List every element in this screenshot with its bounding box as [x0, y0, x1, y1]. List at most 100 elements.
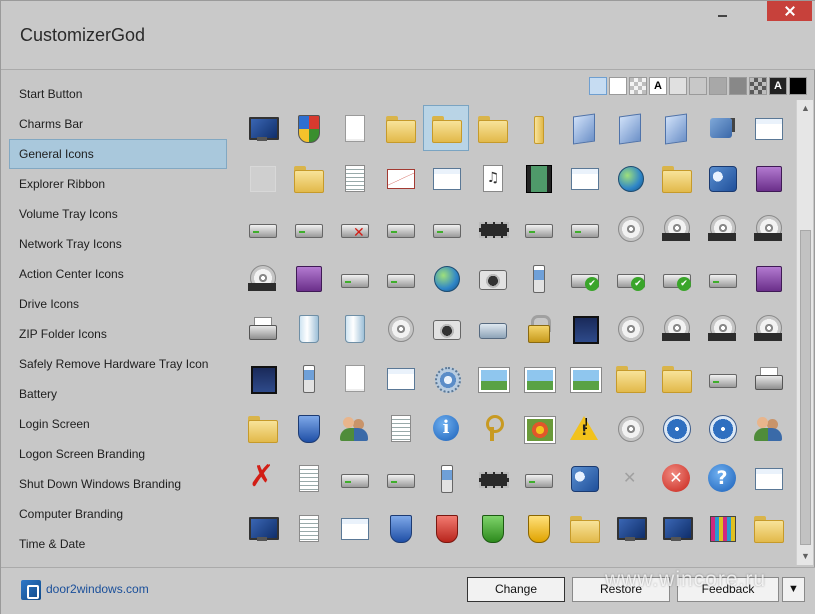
more-options-button[interactable]: ▼ [782, 577, 805, 602]
icon-cell[interactable] [423, 255, 469, 301]
icon-cell[interactable] [515, 355, 561, 401]
sidebar-item-shut-down-branding[interactable]: Shut Down Windows Branding [9, 469, 227, 499]
icon-cell[interactable] [239, 255, 285, 301]
icon-cell[interactable] [239, 505, 285, 551]
background-swatch[interactable]: A [769, 77, 787, 95]
icon-cell[interactable] [515, 255, 561, 301]
icon-cell[interactable] [653, 455, 699, 501]
icon-cell[interactable] [607, 455, 653, 501]
icon-cell[interactable] [561, 205, 607, 251]
background-swatch[interactable] [629, 77, 647, 95]
feedback-button[interactable]: Feedback [677, 577, 779, 602]
icon-cell[interactable] [331, 255, 377, 301]
close-icon[interactable] [767, 1, 812, 21]
icon-cell[interactable] [423, 505, 469, 551]
icon-cell[interactable] [285, 255, 331, 301]
icon-cell[interactable] [607, 205, 653, 251]
icon-cell[interactable] [469, 255, 515, 301]
icon-cell[interactable] [469, 455, 515, 501]
icon-cell[interactable] [561, 505, 607, 551]
icon-cell[interactable] [699, 105, 745, 151]
icon-cell[interactable] [653, 205, 699, 251]
icon-cell[interactable] [423, 405, 469, 451]
icon-cell[interactable] [285, 405, 331, 451]
icon-cell[interactable] [561, 155, 607, 201]
sidebar-item-general-icons[interactable]: General Icons [9, 139, 227, 169]
sidebar-item-logon-screen-branding[interactable]: Logon Screen Branding [9, 439, 227, 469]
icon-cell[interactable] [469, 155, 515, 201]
icon-cell[interactable] [607, 105, 653, 151]
background-swatch[interactable] [689, 77, 707, 95]
icon-cell[interactable] [423, 105, 469, 151]
icon-cell[interactable] [377, 205, 423, 251]
background-swatch[interactable] [709, 77, 727, 95]
icon-cell[interactable] [561, 405, 607, 451]
icon-cell[interactable] [653, 105, 699, 151]
icon-cell[interactable] [515, 405, 561, 451]
icon-cell[interactable] [377, 155, 423, 201]
scroll-up-icon[interactable]: ▲ [797, 100, 814, 117]
icon-cell[interactable] [239, 455, 285, 501]
icon-cell[interactable] [745, 405, 791, 451]
icon-cell[interactable] [285, 355, 331, 401]
icon-cell[interactable] [561, 355, 607, 401]
sidebar-item-safely-remove-hardware[interactable]: Safely Remove Hardware Tray Icon [9, 349, 227, 379]
sidebar-item-drive-icons[interactable]: Drive Icons [9, 289, 227, 319]
icon-cell[interactable] [469, 305, 515, 351]
icon-cell[interactable] [515, 205, 561, 251]
icon-cell[interactable] [377, 355, 423, 401]
icon-cell[interactable] [285, 455, 331, 501]
icon-cell[interactable] [699, 255, 745, 301]
icon-cell[interactable] [377, 105, 423, 151]
icon-cell[interactable] [239, 105, 285, 151]
icon-cell[interactable] [239, 205, 285, 251]
icon-cell[interactable] [515, 455, 561, 501]
icon-cell[interactable] [515, 155, 561, 201]
background-swatch[interactable] [749, 77, 767, 95]
icon-cell[interactable] [469, 505, 515, 551]
sidebar-item-network-tray-icons[interactable]: Network Tray Icons [9, 229, 227, 259]
icon-cell[interactable] [239, 405, 285, 451]
icon-cell[interactable] [285, 205, 331, 251]
icon-cell[interactable] [699, 155, 745, 201]
icon-cell[interactable] [285, 505, 331, 551]
sidebar-item-login-screen[interactable]: Login Screen [9, 409, 227, 439]
background-swatch[interactable] [789, 77, 807, 95]
icon-cell[interactable] [561, 105, 607, 151]
icon-cell[interactable] [745, 105, 791, 151]
icon-cell[interactable] [653, 405, 699, 451]
icon-cell[interactable] [423, 205, 469, 251]
icon-cell[interactable] [745, 355, 791, 401]
icon-cell[interactable] [239, 305, 285, 351]
icon-cell[interactable] [515, 305, 561, 351]
sidebar-item-charms-bar[interactable]: Charms Bar [9, 109, 227, 139]
icon-cell[interactable] [469, 205, 515, 251]
sidebar-item-volume-tray-icons[interactable]: Volume Tray Icons [9, 199, 227, 229]
icon-cell[interactable] [699, 205, 745, 251]
icon-cell[interactable] [699, 505, 745, 551]
sidebar-item-explorer-ribbon[interactable]: Explorer Ribbon [9, 169, 227, 199]
icon-cell[interactable] [745, 155, 791, 201]
icon-cell[interactable] [607, 155, 653, 201]
icon-cell[interactable] [745, 505, 791, 551]
icon-cell[interactable] [653, 355, 699, 401]
icon-cell[interactable] [561, 455, 607, 501]
icon-cell[interactable] [653, 505, 699, 551]
icon-cell[interactable] [653, 305, 699, 351]
icon-cell[interactable] [331, 405, 377, 451]
icon-cell[interactable] [331, 205, 377, 251]
icon-cell[interactable] [377, 255, 423, 301]
icon-cell[interactable] [469, 105, 515, 151]
background-swatch[interactable]: A [649, 77, 667, 95]
icon-cell[interactable] [699, 455, 745, 501]
icon-cell[interactable] [239, 355, 285, 401]
icon-cell[interactable] [423, 455, 469, 501]
minimize-icon[interactable] [716, 7, 730, 19]
scroll-down-icon[interactable]: ▼ [797, 548, 814, 565]
icon-cell[interactable] [331, 505, 377, 551]
icon-cell[interactable] [423, 355, 469, 401]
sidebar-item-battery[interactable]: Battery [9, 379, 227, 409]
icon-cell[interactable] [745, 205, 791, 251]
icon-cell[interactable] [745, 305, 791, 351]
icon-cell[interactable] [561, 255, 607, 301]
